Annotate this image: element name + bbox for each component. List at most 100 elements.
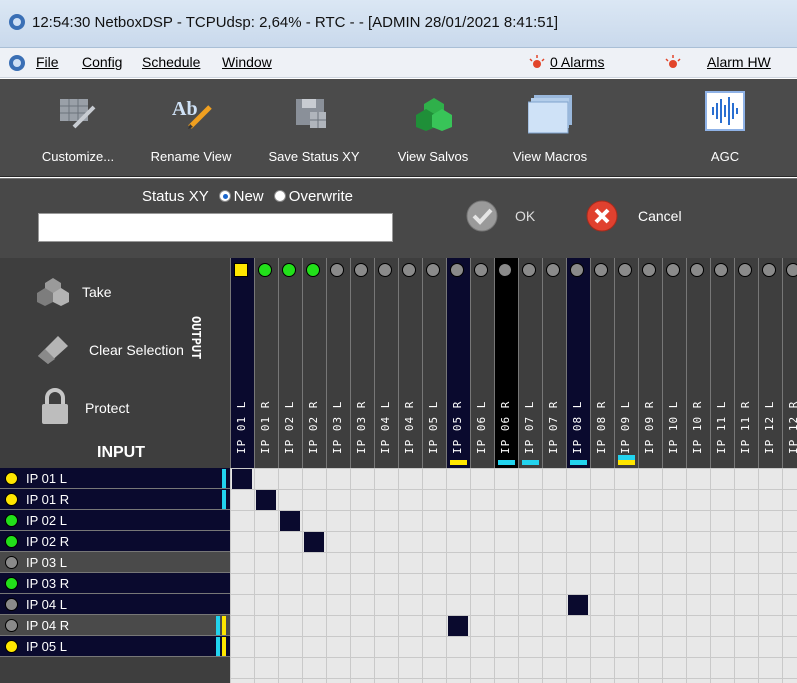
output-label: IP 04 R: [403, 400, 416, 454]
output-label: IP 12 L: [763, 400, 776, 454]
status-xy-bar: Status XY New Overwrite OK Cancel: [0, 178, 797, 258]
output-column[interactable]: IP 09 R: [638, 258, 662, 468]
output-column[interactable]: IP 12 L: [758, 258, 782, 468]
input-row[interactable]: IP 01 L: [0, 468, 230, 489]
output-column[interactable]: IP 03 L: [326, 258, 350, 468]
rename-icon: Ab: [172, 98, 212, 129]
menu-window[interactable]: Window: [222, 54, 272, 70]
crosspoint-active[interactable]: [232, 469, 252, 489]
output-column[interactable]: IP 04 L: [374, 258, 398, 468]
radio-new[interactable]: [218, 190, 231, 202]
menu-schedule[interactable]: Schedule: [142, 54, 200, 70]
output-column[interactable]: IP 09 L: [614, 258, 638, 468]
output-column[interactable]: IP 04 R: [398, 258, 422, 468]
output-status-lamp: [546, 263, 560, 277]
crosspoint-active[interactable]: [256, 490, 276, 510]
input-row[interactable]: IP 02 L: [0, 510, 230, 531]
output-column[interactable]: IP 06 R: [494, 258, 518, 468]
input-status-lamp: [5, 577, 18, 590]
output-label: IP 05 R: [451, 400, 464, 454]
input-label: IP 02 L: [26, 513, 67, 528]
crosspoint-active[interactable]: [280, 511, 300, 531]
crosspoint-active[interactable]: [568, 595, 588, 615]
input-row[interactable]: IP 03 L: [0, 552, 230, 573]
input-row[interactable]: IP 04 L: [0, 594, 230, 615]
output-status-lamp: [786, 263, 797, 277]
input-level-indicator: [216, 616, 220, 635]
view-salvos-button[interactable]: View Salvos: [388, 79, 478, 177]
save-status-label: Save Status XY: [268, 149, 360, 164]
output-status-lamp: [498, 263, 512, 277]
output-column[interactable]: IP 03 R: [350, 258, 374, 468]
output-label: IP 08 L: [571, 400, 584, 454]
alarms-link[interactable]: 0 Alarms: [550, 54, 604, 70]
view-macros-button[interactable]: View Macros: [500, 79, 600, 177]
output-column[interactable]: IP 02 L: [278, 258, 302, 468]
output-label: IP 12 R: [787, 401, 797, 454]
output-column[interactable]: IP 06 L: [470, 258, 494, 468]
agc-button[interactable]: AGC: [682, 79, 768, 177]
crosspoint-active[interactable]: [304, 532, 324, 552]
clear-selection-button[interactable]: Clear Selection: [36, 332, 204, 366]
output-column[interactable]: IP 08 R: [590, 258, 614, 468]
output-column[interactable]: IP 12 R: [782, 258, 797, 468]
input-status-lamp: [5, 619, 18, 632]
input-row[interactable]: IP 05 L: [0, 636, 230, 657]
radio-new-label[interactable]: New: [234, 188, 264, 205]
status-xy-row: Status XY New Overwrite: [142, 188, 353, 205]
output-status-lamp: [666, 263, 680, 277]
output-column[interactable]: IP 01 L: [230, 258, 254, 468]
alarm-icon: [529, 55, 545, 68]
output-status-lamp: [282, 263, 296, 277]
customize-label: Customize...: [41, 149, 115, 164]
input-level-indicator: [222, 637, 226, 656]
menu-config[interactable]: Config: [82, 54, 122, 70]
input-axis-label: INPUT: [97, 444, 145, 461]
output-column[interactable]: IP 05 L: [422, 258, 446, 468]
menu-file[interactable]: File: [36, 54, 59, 70]
output-column[interactable]: IP 08 L: [566, 258, 590, 468]
rename-view-button[interactable]: Ab Rename View: [140, 79, 242, 177]
output-column[interactable]: IP 01 R: [254, 258, 278, 468]
output-column[interactable]: IP 05 R: [446, 258, 470, 468]
app-menu-icon[interactable]: [8, 54, 26, 72]
output-column[interactable]: IP 07 L: [518, 258, 542, 468]
input-row[interactable]: IP 01 R: [0, 489, 230, 510]
output-column[interactable]: IP 11 L: [710, 258, 734, 468]
clear-selection-label: Clear Selection: [89, 342, 184, 358]
lock-icon: [42, 388, 68, 424]
ok-button[interactable]: OK: [465, 199, 545, 233]
input-status-lamp: [5, 493, 18, 506]
cancel-label: Cancel: [638, 208, 682, 224]
status-name-input[interactable]: [38, 213, 393, 242]
output-status-lamp: [258, 263, 272, 277]
output-column[interactable]: IP 07 R: [542, 258, 566, 468]
output-label: IP 01 R: [259, 400, 272, 454]
alarm-hw-link[interactable]: Alarm HW: [707, 54, 771, 70]
output-level-bar: [498, 460, 515, 465]
output-column[interactable]: IP 10 L: [662, 258, 686, 468]
input-label: IP 04 R: [26, 618, 70, 633]
input-label: IP 03 L: [26, 555, 67, 570]
crosspoint-active[interactable]: [448, 616, 468, 636]
take-button[interactable]: Take: [36, 276, 176, 310]
input-row[interactable]: IP 03 R: [0, 573, 230, 594]
window-title: 12:54:30 NetboxDSP - TCPUdsp: 2,64% - RT…: [32, 14, 559, 31]
input-status-lamp: [5, 640, 18, 653]
customize-button[interactable]: Customize...: [28, 79, 128, 177]
rename-label: Rename View: [150, 149, 232, 164]
output-column[interactable]: IP 02 R: [302, 258, 326, 468]
ok-check-icon: [466, 200, 498, 232]
cancel-button[interactable]: Cancel: [585, 199, 695, 233]
input-row[interactable]: IP 02 R: [0, 531, 230, 552]
protect-button[interactable]: Protect: [40, 388, 180, 428]
output-column[interactable]: IP 11 R: [734, 258, 758, 468]
crosspoint-matrix[interactable]: [230, 468, 797, 683]
salvos-label: View Salvos: [397, 149, 469, 164]
salvos-icon: [416, 98, 452, 131]
output-column[interactable]: IP 10 R: [686, 258, 710, 468]
radio-overwrite-label[interactable]: Overwrite: [289, 188, 353, 205]
radio-overwrite[interactable]: [273, 190, 286, 202]
save-status-xy-button[interactable]: Save Status XY: [258, 79, 370, 177]
input-row[interactable]: IP 04 R: [0, 615, 230, 636]
